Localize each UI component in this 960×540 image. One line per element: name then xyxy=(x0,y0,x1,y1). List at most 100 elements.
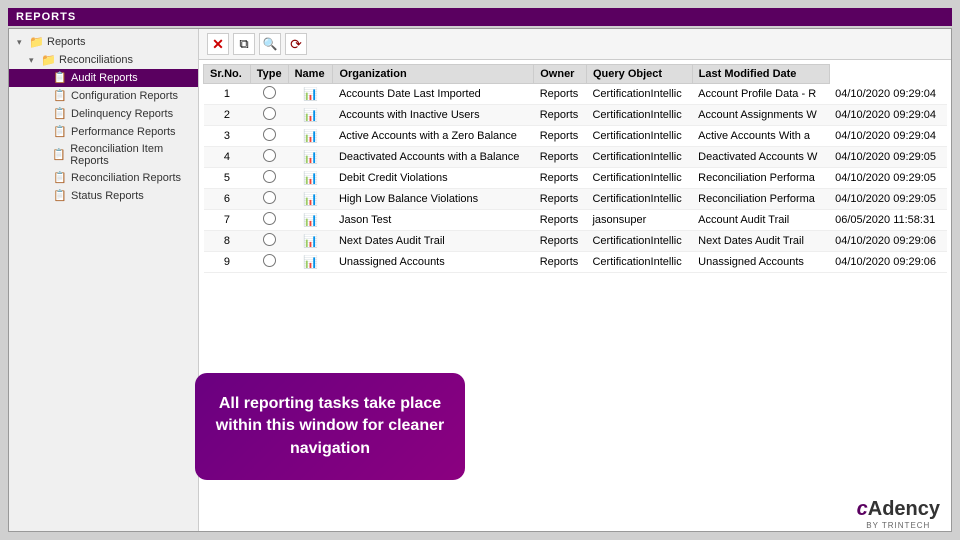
cell-radio[interactable] xyxy=(250,84,288,105)
table-row[interactable]: 3📊Active Accounts with a Zero BalanceRep… xyxy=(204,126,948,147)
cell-query-object: Account Assignments W xyxy=(692,105,829,126)
cell-name: Active Accounts with a Zero Balance xyxy=(333,126,534,147)
cell-organization: Reports xyxy=(534,252,587,273)
cell-owner: CertificationIntellic xyxy=(586,252,692,273)
table-row[interactable]: 2📊Accounts with Inactive UsersReportsCer… xyxy=(204,105,948,126)
cell-name: Next Dates Audit Trail xyxy=(333,231,534,252)
table-row[interactable]: 4📊Deactivated Accounts with a BalanceRep… xyxy=(204,147,948,168)
row-radio[interactable] xyxy=(263,149,276,162)
cell-owner: CertificationIntellic xyxy=(586,189,692,210)
col-name: Name xyxy=(288,65,333,84)
cell-query-object: Active Accounts With a xyxy=(692,126,829,147)
cell-sr: 5 xyxy=(204,168,251,189)
main-container: REPORTS ▾ 📁 Reports ▾ 📁 Reconciliations … xyxy=(0,0,960,540)
report-icon-recon-item: 📋 xyxy=(52,148,66,162)
cell-query-object: Account Profile Data - R xyxy=(692,84,829,105)
sidebar-label-reconciliations: Reconciliations xyxy=(59,54,133,66)
cell-sr: 7 xyxy=(204,210,251,231)
cell-modified-date: 04/10/2020 09:29:05 xyxy=(829,189,947,210)
cell-type: 📊 xyxy=(288,126,333,147)
sidebar-item-reconciliation-item-reports[interactable]: 📋 Reconciliation Item Reports xyxy=(9,141,198,169)
logo-c: c xyxy=(857,498,868,520)
cell-radio[interactable] xyxy=(250,231,288,252)
sidebar-label-delinquency-reports: Delinquency Reports xyxy=(71,108,173,120)
cell-sr: 3 xyxy=(204,126,251,147)
sidebar-item-audit-reports[interactable]: 📋 Audit Reports xyxy=(9,69,198,87)
cell-type: 📊 xyxy=(288,210,333,231)
cell-name: Debit Credit Violations xyxy=(333,168,534,189)
type-report-icon: 📊 xyxy=(303,150,318,164)
cell-type: 📊 xyxy=(288,147,333,168)
cell-sr: 9 xyxy=(204,252,251,273)
toolbar: ✕ ⧉ 🔍 ⟳ xyxy=(199,29,951,60)
cell-type: 📊 xyxy=(288,84,333,105)
cell-radio[interactable] xyxy=(250,147,288,168)
cell-radio[interactable] xyxy=(250,210,288,231)
row-radio[interactable] xyxy=(263,128,276,141)
reports-table: Sr.No. Type Name Organization Owner Quer… xyxy=(203,64,947,273)
cell-radio[interactable] xyxy=(250,105,288,126)
sidebar-item-reports[interactable]: ▾ 📁 Reports xyxy=(9,33,198,51)
logo-sub: BY TRINTECH xyxy=(866,521,930,530)
cell-owner: CertificationIntellic xyxy=(586,126,692,147)
row-radio[interactable] xyxy=(263,212,276,225)
type-report-icon: 📊 xyxy=(303,213,318,227)
cell-name: Unassigned Accounts xyxy=(333,252,534,273)
cell-radio[interactable] xyxy=(250,189,288,210)
copy-button[interactable]: ⧉ xyxy=(233,33,255,55)
row-radio[interactable] xyxy=(263,86,276,99)
table-row[interactable]: 6📊High Low Balance ViolationsReportsCert… xyxy=(204,189,948,210)
cell-query-object: Reconciliation Performa xyxy=(692,168,829,189)
row-radio[interactable] xyxy=(263,107,276,120)
table-row[interactable]: 7📊Jason TestReportsjasonsuperAccount Aud… xyxy=(204,210,948,231)
cell-modified-date: 04/10/2020 09:29:04 xyxy=(829,84,947,105)
col-query-object: Query Object xyxy=(586,65,692,84)
sidebar-item-configuration-reports[interactable]: 📋 Configuration Reports xyxy=(9,87,198,105)
sidebar-item-delinquency-reports[interactable]: 📋 Delinquency Reports xyxy=(9,105,198,123)
cell-modified-date: 06/05/2020 11:58:31 xyxy=(829,210,947,231)
cell-type: 📊 xyxy=(288,189,333,210)
cell-type: 📊 xyxy=(288,168,333,189)
table-row[interactable]: 1📊Accounts Date Last ImportedReportsCert… xyxy=(204,84,948,105)
sidebar-label-status-reports: Status Reports xyxy=(71,190,144,202)
cell-name: Jason Test xyxy=(333,210,534,231)
delete-button[interactable]: ✕ xyxy=(207,33,229,55)
sidebar-label-config-reports: Configuration Reports xyxy=(71,90,178,102)
search-button[interactable]: 🔍 xyxy=(259,33,281,55)
refresh-button[interactable]: ⟳ xyxy=(285,33,307,55)
row-radio[interactable] xyxy=(263,254,276,267)
cell-modified-date: 04/10/2020 09:29:06 xyxy=(829,231,947,252)
cell-organization: Reports xyxy=(534,84,587,105)
sidebar-item-reconciliations[interactable]: ▾ 📁 Reconciliations xyxy=(9,51,198,69)
sidebar-item-performance-reports[interactable]: 📋 Performance Reports xyxy=(9,123,198,141)
sidebar-label-performance-reports: Performance Reports xyxy=(71,126,176,138)
cell-organization: Reports xyxy=(534,147,587,168)
table-row[interactable]: 8📊Next Dates Audit TrailReportsCertifica… xyxy=(204,231,948,252)
cell-sr: 2 xyxy=(204,105,251,126)
table-row[interactable]: 9 📊Unassigned AccountsReportsCertificatio… xyxy=(204,252,948,273)
cell-radio[interactable] xyxy=(250,126,288,147)
table-row[interactable]: 5📊Debit Credit ViolationsReportsCertific… xyxy=(204,168,948,189)
expand-icon-recon: ▾ xyxy=(29,55,39,66)
row-radio[interactable] xyxy=(263,170,276,183)
sidebar-label-recon-item-reports: Reconciliation Item Reports xyxy=(70,143,194,167)
cell-modified-date: 04/10/2020 09:29:06 xyxy=(829,252,947,273)
row-radio[interactable] xyxy=(263,233,276,246)
cell-type: 📊 xyxy=(288,252,333,273)
cell-modified-date: 04/10/2020 09:29:04 xyxy=(829,126,947,147)
type-report-icon: 📊 xyxy=(303,108,318,122)
refresh-icon: ⟳ xyxy=(290,36,302,53)
cell-radio[interactable] xyxy=(250,252,288,273)
app-header: REPORTS xyxy=(8,8,952,26)
cell-radio[interactable] xyxy=(250,168,288,189)
report-icon-recon-reports: 📋 xyxy=(53,171,67,185)
row-radio[interactable] xyxy=(263,191,276,204)
folder-icon-recon: 📁 xyxy=(41,53,55,67)
col-modified-date: Last Modified Date xyxy=(692,65,829,84)
cell-organization: Reports xyxy=(534,210,587,231)
cell-name: High Low Balance Violations xyxy=(333,189,534,210)
sidebar-item-status-reports[interactable]: 📋 Status Reports xyxy=(9,187,198,205)
sidebar-item-reconciliation-reports[interactable]: 📋 Reconciliation Reports xyxy=(9,169,198,187)
cell-organization: Reports xyxy=(534,105,587,126)
col-owner: Owner xyxy=(534,65,587,84)
